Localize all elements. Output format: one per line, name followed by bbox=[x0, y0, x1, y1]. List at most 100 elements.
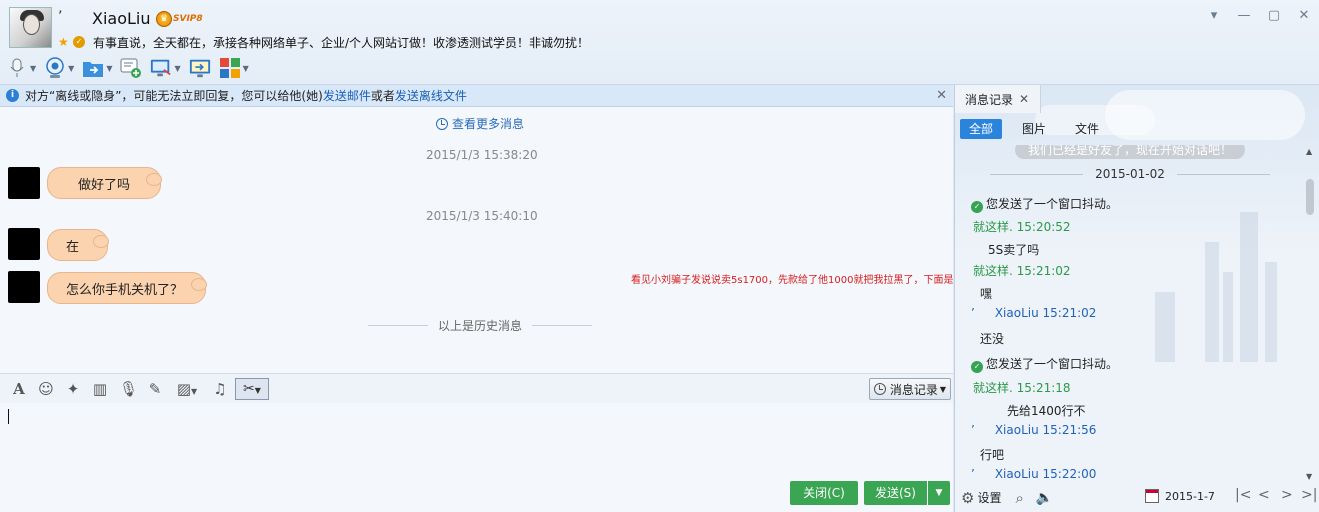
chevron-down-icon[interactable]: ▼ bbox=[243, 64, 249, 73]
info-icon: i bbox=[6, 89, 19, 102]
close-icon[interactable]: ✕ bbox=[936, 88, 947, 103]
send-email-link[interactable]: 发送邮件 bbox=[323, 87, 371, 104]
screen-share-icon bbox=[189, 57, 211, 79]
chat-message-area[interactable]: 查看更多消息 2015/1/3 15:38:20 做好了吗 2015/1/3 1… bbox=[0, 107, 953, 373]
maximize-button[interactable]: ▢ bbox=[1259, 6, 1289, 26]
message-text: 在 bbox=[66, 239, 80, 255]
video-call-button[interactable]: ▼ bbox=[44, 55, 74, 81]
clock-icon bbox=[436, 117, 448, 130]
menu-dropdown-button[interactable]: ▾ bbox=[1199, 6, 1229, 26]
svip-badge[interactable]: ♛ SVIP8 bbox=[156, 10, 203, 28]
message-bubble[interactable]: 做好了吗 bbox=[47, 167, 163, 199]
notice-conjunction: 或者 bbox=[370, 89, 395, 103]
settings-label[interactable]: 设置 bbox=[977, 489, 1001, 506]
friend-added-banner: 我们已经是好友了，现在开始对话吧！ bbox=[1015, 145, 1245, 159]
check-icon: ✓ bbox=[971, 201, 983, 213]
history-scrollbar[interactable]: ▲ ▼ bbox=[1303, 145, 1319, 483]
date-picker-value[interactable]: 2015-1-7 bbox=[1165, 490, 1215, 503]
history-footer: ⚙ 设置 ⌕ 🔈 2015-1-7 |< < > >| bbox=[955, 483, 1319, 512]
next-page-icon[interactable]: > bbox=[1281, 487, 1293, 503]
chevron-down-icon[interactable]: ▼ bbox=[30, 64, 36, 73]
contact-name[interactable]: XiaoLiu bbox=[92, 9, 151, 28]
send-file-button[interactable]: ▼ bbox=[82, 55, 112, 81]
close-window-button[interactable]: ✕ bbox=[1289, 6, 1319, 26]
sender-avatar[interactable] bbox=[8, 228, 40, 260]
svip-label: SVIP8 bbox=[173, 14, 203, 24]
message-text: 怎么你手机关机了？ bbox=[66, 282, 184, 298]
gear-icon[interactable]: ⚙ bbox=[961, 489, 974, 507]
history-records[interactable]: 我们已经是好友了，现在开始对话吧！ 2015-01-02 ✓ 您发送了一个窗口抖动… bbox=[955, 145, 1319, 483]
voice-icon[interactable]: 🎙 bbox=[119, 380, 138, 398]
contact-signature: 有事直说，全天都在，承接各种网络单子、企业/个人网站订做！收渗透测试学员！非诚勿… bbox=[93, 36, 590, 50]
scroll-up-icon[interactable]: ▲ bbox=[1306, 147, 1312, 156]
star-icon: ★ bbox=[58, 35, 69, 49]
music-icon[interactable]: ♫ bbox=[211, 380, 229, 398]
offline-notice-bar: i 对方“离线或隐身”，可能无法立即回复，您可以给他(她) 发送邮件 或者 发送… bbox=[0, 85, 953, 107]
system-record: ✓ 您发送了一个窗口抖动。 bbox=[971, 195, 1118, 213]
chat-toolbar: ▼ ▼ ▼ ▼ ▼ bbox=[6, 55, 257, 81]
message-history-label: 消息记录 bbox=[889, 382, 938, 397]
apps-icon bbox=[219, 57, 241, 79]
history-filter-tabs: 全部 图片 文件 bbox=[955, 113, 1319, 145]
clock-icon bbox=[873, 383, 886, 395]
window-header: ’ XiaoLiu ♛ SVIP8 ★ ✓ 有事直说，全天都在，承接各种网络单子… bbox=[0, 0, 1319, 85]
send-options-dropdown[interactable]: ▼ bbox=[928, 481, 950, 505]
screenshot-frame-icon[interactable]: ▥ bbox=[91, 380, 109, 398]
previous-page-icon[interactable]: < bbox=[1258, 487, 1270, 503]
record-timestamp: ’ XiaoLiu 15:21:02 bbox=[971, 306, 1097, 320]
add-chat-button[interactable] bbox=[120, 55, 142, 81]
magic-icon[interactable]: ✦ bbox=[64, 380, 82, 398]
record-message: 行吧 bbox=[980, 448, 1005, 462]
record-message: 先给1400行不 bbox=[1007, 404, 1086, 418]
minimize-button[interactable]: — bbox=[1229, 6, 1259, 26]
font-icon[interactable]: A bbox=[10, 380, 28, 398]
message-history-panel: 消息记录 ✕ 全部 图片 文件 我们已经是好友了，现在开始对话吧！ 2015-0… bbox=[954, 85, 1319, 512]
scroll-down-icon[interactable]: ▼ bbox=[1306, 472, 1312, 481]
history-separator-label: 以上是历史消息 bbox=[438, 319, 523, 333]
calendar-icon[interactable] bbox=[1145, 489, 1159, 503]
search-icon[interactable]: ⌕ bbox=[1015, 489, 1023, 507]
system-record: ✓ 您发送了一个窗口抖动。 bbox=[971, 355, 1118, 373]
message-timestamp: 2015/1/3 15:40:10 bbox=[426, 209, 538, 223]
record-message: 嘿 bbox=[980, 287, 993, 301]
date-separator: 2015-01-02 bbox=[990, 167, 1270, 181]
chevron-down-icon[interactable]: ▼ bbox=[106, 64, 112, 73]
red-annotation-text: 看见小刘骗子发说说卖5s1700，先款给了他1000就把我拉黑了，下面是聊天记录 bbox=[631, 275, 953, 286]
scissors-icon[interactable]: ✂▼ bbox=[235, 378, 269, 400]
add-chat-icon bbox=[120, 57, 142, 79]
filter-files[interactable]: 文件 bbox=[1066, 119, 1108, 139]
chevron-down-icon[interactable]: ▼ bbox=[68, 64, 74, 73]
speaker-icon[interactable]: 🔈 bbox=[1036, 490, 1053, 506]
scrollbar-thumb[interactable] bbox=[1306, 179, 1314, 215]
close-button[interactable]: 关闭(C) bbox=[790, 481, 858, 505]
close-icon[interactable]: ✕ bbox=[1019, 92, 1029, 106]
filter-all[interactable]: 全部 bbox=[960, 119, 1003, 139]
record-text: 您发送了一个窗口抖动。 bbox=[986, 197, 1119, 211]
message-input[interactable]: 关闭(C) 发送(S) ▼ bbox=[0, 403, 953, 512]
webcam-icon bbox=[44, 57, 66, 79]
edit-icon[interactable]: ✎ bbox=[146, 380, 164, 398]
chevron-down-icon[interactable]: ▼ bbox=[174, 64, 180, 73]
sender-avatar[interactable] bbox=[8, 271, 40, 303]
emoji-icon[interactable]: ☺ bbox=[37, 380, 55, 398]
image-icon[interactable]: ▨▼ bbox=[173, 380, 201, 398]
view-more-messages-link[interactable]: 查看更多消息 bbox=[436, 115, 524, 132]
apps-button[interactable]: ▼ bbox=[219, 55, 249, 81]
message-bubble[interactable]: 怎么你手机关机了？ bbox=[47, 272, 208, 304]
message-history-button[interactable]: 消息记录 ▼ bbox=[868, 378, 951, 400]
name-prefix-mark: ’ bbox=[58, 9, 63, 25]
remote-desktop-button[interactable]: ▼ bbox=[150, 55, 181, 81]
message-bubble[interactable]: 在 bbox=[47, 229, 110, 261]
last-page-icon[interactable]: >| bbox=[1301, 487, 1317, 503]
screen-share-button[interactable] bbox=[189, 55, 211, 81]
history-separator: 以上是历史消息 bbox=[368, 317, 593, 334]
filter-images[interactable]: 图片 bbox=[1013, 119, 1055, 139]
contact-avatar[interactable] bbox=[9, 7, 52, 48]
sender-avatar[interactable] bbox=[8, 167, 40, 199]
tab-message-history[interactable]: 消息记录 ✕ bbox=[955, 85, 1041, 113]
voice-call-button[interactable]: ▼ bbox=[6, 55, 36, 81]
first-page-icon[interactable]: |< bbox=[1235, 487, 1251, 503]
send-offline-file-link[interactable]: 发送离线文件 bbox=[395, 87, 467, 104]
tab-label: 消息记录 bbox=[965, 92, 1014, 107]
send-button[interactable]: 发送(S) bbox=[864, 481, 927, 505]
